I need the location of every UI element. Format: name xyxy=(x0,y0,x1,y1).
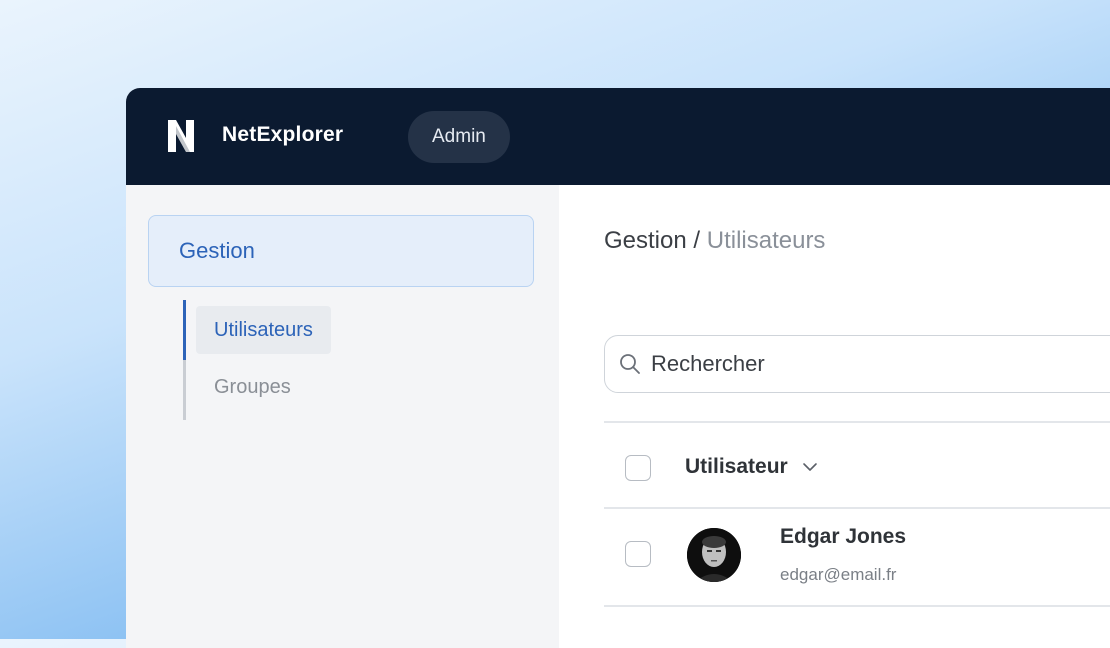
chevron-down-icon xyxy=(802,463,817,471)
select-all-checkbox[interactable] xyxy=(625,455,651,481)
table-top-divider xyxy=(604,421,1110,423)
header-row-divider xyxy=(604,507,1110,509)
breadcrumb-page: Utilisateurs xyxy=(706,227,826,254)
netexplorer-logo-icon xyxy=(168,120,194,152)
admin-badge[interactable]: Admin xyxy=(408,111,510,163)
search-box[interactable] xyxy=(604,335,1110,393)
row-checkbox[interactable] xyxy=(625,541,651,567)
user-name[interactable]: Edgar Jones xyxy=(780,525,906,549)
column-header-utilisateur[interactable]: Utilisateur xyxy=(685,455,818,479)
search-icon xyxy=(620,354,640,374)
app-window: NetExplorer Admin Gestion Utilisateurs G… xyxy=(126,88,1110,648)
main-content: Gestion / Utilisateurs Utilisateur xyxy=(559,185,1110,648)
breadcrumb: Gestion / Utilisateurs xyxy=(604,227,825,255)
sidebar-item-utilisateurs[interactable]: Utilisateurs xyxy=(196,306,331,354)
top-bar: NetExplorer Admin xyxy=(126,88,1110,185)
user-email: edgar@email.fr xyxy=(780,565,897,584)
sidebar-item-gestion[interactable]: Gestion xyxy=(148,215,534,287)
sidebar: Gestion Utilisateurs Groupes xyxy=(126,185,559,648)
breadcrumb-separator: / xyxy=(693,227,701,254)
avatar xyxy=(687,528,741,582)
column-header-label: Utilisateur xyxy=(685,455,788,478)
subnav-active-indicator xyxy=(183,300,186,360)
row-divider xyxy=(604,605,1110,607)
sidebar-item-groupes[interactable]: Groupes xyxy=(196,363,309,411)
search-input[interactable] xyxy=(649,350,1110,378)
brand-name: NetExplorer xyxy=(222,123,344,146)
user-photo-icon xyxy=(687,528,741,582)
breadcrumb-section[interactable]: Gestion xyxy=(604,227,687,254)
